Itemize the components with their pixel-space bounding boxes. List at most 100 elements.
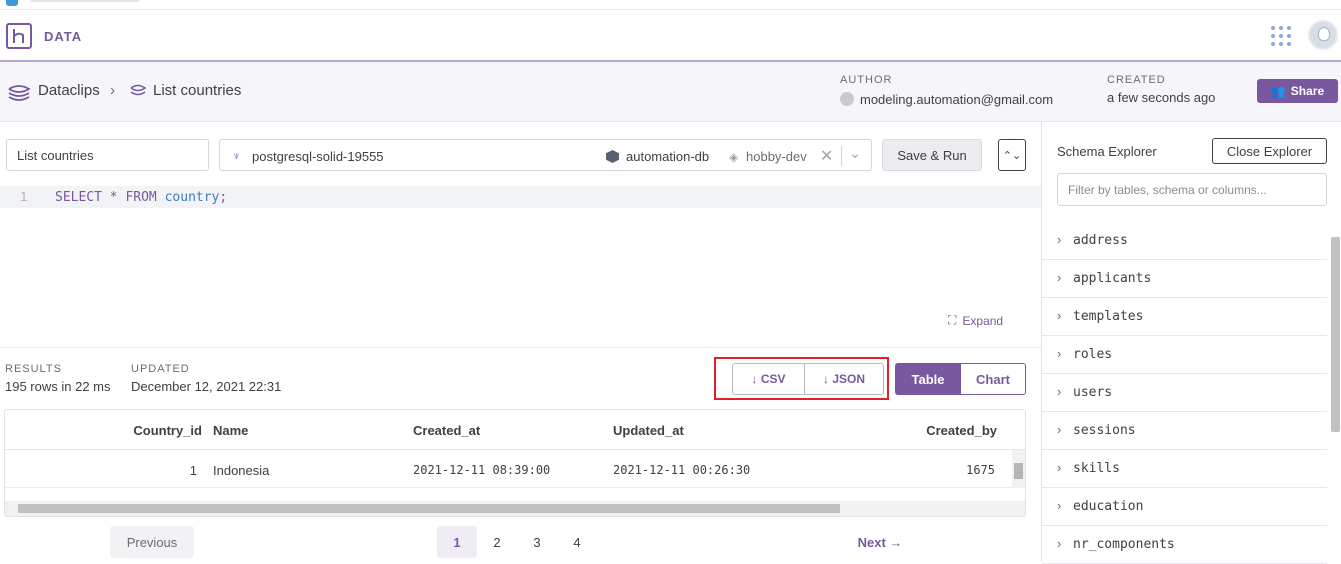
clip-name-input[interactable]: List countries: [6, 139, 209, 171]
line-number: 1: [20, 190, 28, 204]
schema-table-name: users: [1073, 385, 1113, 400]
column-header[interactable]: Name: [213, 423, 248, 438]
table-cell: 2021-12-11 00:26:30: [613, 463, 751, 477]
database-name: postgresql-solid-19555: [252, 149, 384, 164]
chevron-right-icon: ›: [1057, 308, 1062, 323]
schema-table-name: nr_components: [1073, 537, 1175, 552]
column-header[interactable]: Country_id: [133, 423, 202, 438]
app-header: DATA: [0, 10, 1341, 62]
author-email: modeling.automation@gmail.com: [860, 92, 1054, 107]
table-horizontal-scrollbar[interactable]: [5, 501, 1025, 516]
schema-table-item[interactable]: › nr_components: [1042, 526, 1327, 564]
chevron-right-icon: ›: [1057, 498, 1062, 513]
table-vertical-scrollbar[interactable]: [1012, 450, 1025, 488]
expand-label: Expand: [962, 313, 1004, 328]
app-name: automation-db: [626, 149, 710, 164]
table-cell: 2021-12-11 08:39:00: [413, 463, 551, 477]
chevron-right-icon: ›: [1057, 422, 1062, 437]
table-header: Country_id Name Created_at Updated_at Cr…: [5, 410, 1025, 450]
schema-table-name: applicants: [1073, 271, 1152, 286]
schema-table-item[interactable]: › users: [1042, 374, 1327, 412]
tab-chart[interactable]: Chart: [960, 363, 1026, 395]
breadcrumb-current: List countries: [153, 82, 242, 99]
schema-table-item[interactable]: › templates: [1042, 298, 1327, 336]
schema-table-name: education: [1073, 499, 1144, 514]
clear-icon[interactable]: ✕: [820, 146, 833, 166]
sql-keyword-select: SELECT: [55, 190, 102, 205]
page-subheader: Dataclips › List countries AUTHOR modeli…: [0, 62, 1341, 122]
schema-table-item[interactable]: › applicants: [1042, 260, 1327, 298]
chevron-right-icon: ›: [1057, 270, 1062, 285]
top-browser-strip: [0, 0, 1341, 10]
chevron-right-icon: ›: [1057, 536, 1062, 551]
pager-next-button[interactable]: Next →: [845, 526, 915, 558]
apps-grid-icon[interactable]: [1271, 26, 1291, 46]
share-button[interactable]: 👥 Share: [1257, 79, 1338, 103]
select-divider: [841, 146, 842, 166]
schema-table-item[interactable]: › address: [1042, 222, 1327, 260]
sql-token: *: [101, 190, 126, 205]
pager-page-3[interactable]: 3: [517, 526, 557, 558]
table-cell: Indonesia: [213, 463, 270, 478]
breadcrumb-root[interactable]: Dataclips: [38, 82, 100, 99]
schema-table-name: skills: [1073, 461, 1120, 476]
column-header[interactable]: Updated_at: [613, 423, 684, 438]
schema-table-item[interactable]: › education: [1042, 488, 1327, 526]
schema-table-name: roles: [1073, 347, 1113, 362]
people-icon: 👥: [1270, 84, 1286, 98]
schema-table-item[interactable]: › skills: [1042, 450, 1327, 488]
updated-value: December 12, 2021 22:31: [131, 379, 282, 394]
save-run-button[interactable]: Save & Run: [882, 139, 982, 171]
breadcrumb-separator-icon: ›: [110, 82, 115, 99]
sql-end: ;: [219, 190, 228, 205]
schema-table-item[interactable]: › sessions: [1042, 412, 1327, 450]
chevron-right-icon: ›: [1057, 460, 1062, 475]
toggle-options-icon[interactable]: ⌃⌄: [998, 139, 1026, 171]
expand-button[interactable]: ⛶ Expand: [948, 313, 1003, 328]
plan-stack-icon: ◈: [729, 150, 739, 164]
pager-previous-button[interactable]: Previous: [110, 526, 194, 558]
pager-page-2[interactable]: 2: [477, 526, 517, 558]
chevron-right-icon: ›: [1057, 232, 1062, 247]
schema-table-name: address: [1073, 233, 1128, 248]
author-label: AUTHOR: [840, 74, 893, 86]
user-icon: [840, 92, 854, 106]
created-label: CREATED: [1107, 74, 1166, 86]
schema-table-list: › address › applicants › templates › roles ›…: [1042, 222, 1327, 564]
app-hexagon-icon: [606, 150, 619, 163]
dataclips-icon: [8, 85, 31, 101]
schema-table-item[interactable]: › roles: [1042, 336, 1327, 374]
column-header[interactable]: Created_by: [926, 423, 997, 438]
section-divider: [0, 347, 1041, 348]
platform-logo-fragment: [6, 0, 18, 6]
sql-keyword-from: FROM: [125, 190, 157, 205]
chevron-down-icon[interactable]: ⌄: [849, 145, 861, 162]
table-row: 1 Indonesia 2021-12-11 08:39:00 2021-12-…: [5, 450, 1025, 488]
sql-code[interactable]: SELECT * FROM country;: [55, 190, 227, 205]
schema-filter-input[interactable]: Filter by tables, schema or columns...: [1057, 173, 1327, 206]
clip-icon: [130, 84, 147, 96]
postgres-icon: ♆: [232, 149, 241, 163]
platform-name-fragment: [30, 0, 140, 2]
results-table: Country_id Name Created_at Updated_at Cr…: [4, 409, 1026, 517]
database-select[interactable]: ♆ postgresql-solid-19555 automation-db ◈…: [219, 139, 872, 171]
plan-name: hobby-dev: [746, 149, 807, 164]
heroku-logo-icon[interactable]: [6, 23, 32, 49]
schema-table-name: sessions: [1073, 423, 1136, 438]
user-avatar[interactable]: [1308, 20, 1338, 50]
download-csv-button[interactable]: ↓ CSV: [732, 363, 805, 395]
app-title: DATA: [44, 29, 83, 44]
pager-page-1[interactable]: 1: [437, 526, 477, 558]
download-json-button[interactable]: ↓ JSON: [804, 363, 884, 395]
sql-editor[interactable]: 1 SELECT * FROM country;: [0, 186, 1041, 208]
tab-table[interactable]: Table: [895, 363, 961, 395]
schema-explorer: Schema Explorer Close Explorer Filter by…: [1041, 122, 1341, 564]
pager-page-4[interactable]: 4: [557, 526, 597, 558]
created-value: a few seconds ago: [1107, 90, 1216, 105]
share-label: Share: [1290, 84, 1325, 98]
column-header[interactable]: Created_at: [413, 423, 480, 438]
schema-scrollbar[interactable]: [1329, 222, 1341, 562]
table-cell: 1675: [966, 463, 995, 477]
schema-explorer-title: Schema Explorer: [1057, 144, 1157, 159]
close-explorer-button[interactable]: Close Explorer: [1212, 138, 1327, 164]
